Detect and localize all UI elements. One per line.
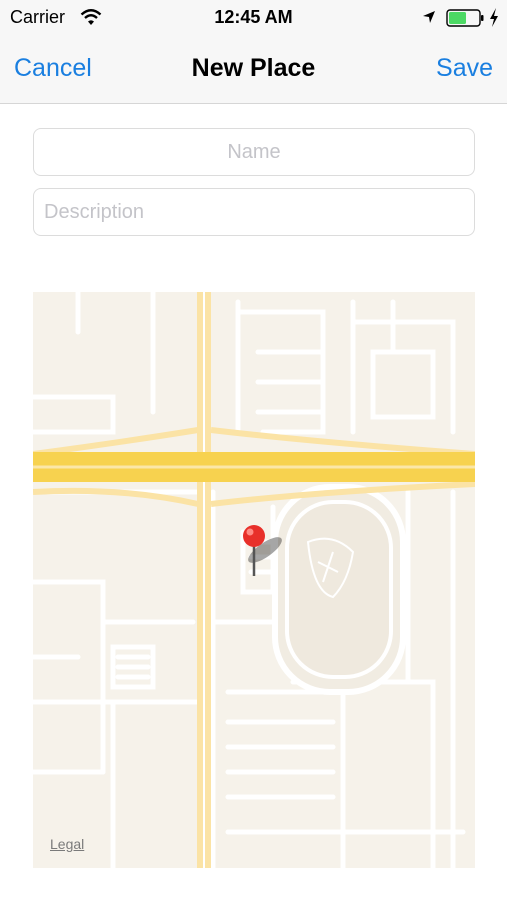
save-button[interactable]: Save [436, 54, 493, 83]
status-bar: Carrier 12:45 AM [0, 0, 507, 36]
map-canvas [33, 292, 475, 868]
battery-icon [446, 9, 484, 27]
main-avenue [197, 292, 211, 868]
location-arrow-icon [423, 11, 435, 23]
cancel-button[interactable]: Cancel [14, 54, 92, 83]
stadium [272, 484, 406, 695]
highway [33, 452, 475, 482]
description-field[interactable] [33, 188, 475, 236]
name-field[interactable] [33, 128, 475, 176]
navigation-bar: Cancel New Place Save [0, 36, 507, 104]
legal-link[interactable]: Legal [50, 836, 84, 852]
map-view[interactable]: Legal [33, 292, 475, 868]
charging-bolt-icon [490, 8, 498, 27]
